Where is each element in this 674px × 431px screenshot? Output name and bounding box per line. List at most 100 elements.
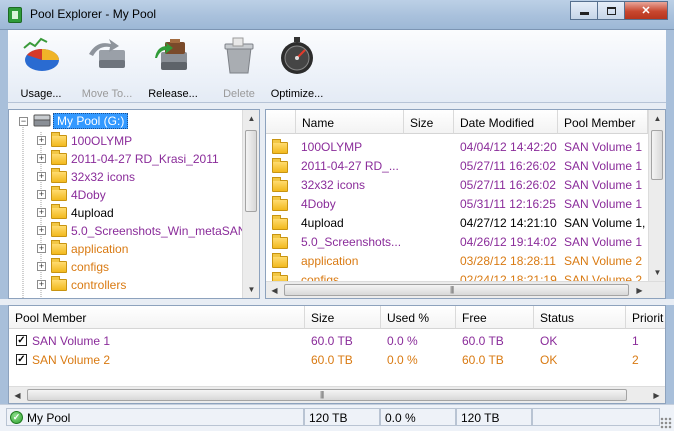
optimize-label: Optimize... <box>270 88 324 100</box>
trash-icon <box>224 37 254 74</box>
status-size: 120 TB <box>304 408 380 426</box>
expand-icon[interactable]: + <box>37 208 46 217</box>
folder-icon <box>51 276 67 291</box>
member-checkbox[interactable]: ✓ <box>16 354 27 365</box>
list-item[interactable]: application 03/28/12 18:28:11 SAN Volume… <box>266 251 646 270</box>
expand-icon[interactable]: + <box>37 172 46 181</box>
optimize-button[interactable]: Optimize... <box>264 34 330 100</box>
column-header-status[interactable]: Status <box>534 306 626 329</box>
scroll-right-icon[interactable]: ▶ <box>648 387 665 403</box>
expand-icon[interactable]: + <box>37 280 46 289</box>
file-pool-member: SAN Volume 1 <box>564 235 643 249</box>
list-item[interactable]: 4upload 04/27/12 14:21:10 SAN Volume 1, … <box>266 213 646 232</box>
file-list[interactable]: Name Size Date Modified Pool Member 100O… <box>265 109 666 299</box>
folder-icon <box>51 222 67 237</box>
folder-icon <box>51 240 67 255</box>
list-item[interactable]: configs 02/24/12 18:21:19 SAN Volume 2 <box>266 270 646 281</box>
scroll-left-icon[interactable]: ◀ <box>9 387 26 403</box>
scroll-left-icon[interactable]: ◀ <box>266 282 283 298</box>
table-row[interactable]: ✓ SAN Volume 1 60.0 TB 0.0 % 60.0 TB OK … <box>9 331 665 350</box>
folder-icon <box>272 253 288 268</box>
window-frame-right <box>666 30 674 404</box>
expand-icon[interactable]: + <box>37 190 46 199</box>
scroll-up-icon[interactable]: ▲ <box>243 110 259 127</box>
member-name: SAN Volume 1 <box>32 334 111 348</box>
resize-grip[interactable] <box>660 417 672 429</box>
status-pool: ✓ My Pool <box>6 408 304 426</box>
file-name: 5.0_Screenshots... <box>301 235 401 249</box>
column-header-used[interactable]: Used % <box>381 306 456 329</box>
collapse-icon[interactable]: − <box>19 117 28 126</box>
list-item[interactable]: 4Doby 05/31/11 12:16:25 SAN Volume 1 <box>266 194 646 213</box>
scroll-thumb[interactable] <box>651 130 663 180</box>
list-item[interactable]: 32x32 icons 05/27/11 16:26:02 SAN Volume… <box>266 175 646 194</box>
file-name: 32x32 icons <box>301 178 366 192</box>
status-used: 0.0 % <box>380 408 456 426</box>
maximize-icon <box>606 6 616 15</box>
column-header-pool-member[interactable]: Pool Member <box>9 306 305 329</box>
move-to-button[interactable]: Move To... <box>74 34 140 100</box>
member-free: 60.0 TB <box>462 334 504 348</box>
release-button[interactable]: Release... <box>140 34 206 100</box>
usage-button[interactable]: Usage... <box>8 34 74 100</box>
scroll-thumb[interactable] <box>245 130 257 212</box>
file-date: 03/28/12 18:28:11 <box>460 254 556 268</box>
expand-icon[interactable]: + <box>37 136 46 145</box>
list-horizontal-scrollbar[interactable]: ◀ ||| ▶ <box>266 281 665 298</box>
minimize-button[interactable] <box>570 1 598 20</box>
scroll-down-icon[interactable]: ▼ <box>649 264 665 281</box>
pool-member-table[interactable]: Pool Member Size Used % Free Status Prio… <box>8 305 666 404</box>
member-size: 60.0 TB <box>311 353 353 367</box>
file-pool-member: SAN Volume 2 <box>564 273 643 281</box>
list-item[interactable]: 5.0_Screenshots... 04/26/12 19:14:02 SAN… <box>266 232 646 251</box>
delete-button[interactable]: Delete <box>206 34 272 100</box>
column-header-priority[interactable]: Priorit <box>626 306 665 329</box>
file-pool-member: SAN Volume 1 <box>564 197 643 211</box>
expand-icon[interactable]: + <box>37 262 46 271</box>
column-header-date[interactable]: Date Modified <box>454 110 558 134</box>
list-vertical-scrollbar[interactable]: ▲ ▼ <box>648 110 665 281</box>
file-name: application <box>301 254 359 268</box>
list-item[interactable]: 2011-04-27 RD_... 05/27/11 16:26:02 SAN … <box>266 156 646 175</box>
title-bar[interactable]: Pool Explorer - My Pool ✕ <box>0 0 674 30</box>
file-pool-member: SAN Volume 1 <box>564 140 643 154</box>
usage-label: Usage... <box>20 88 62 100</box>
expand-icon[interactable]: + <box>37 154 46 163</box>
member-horizontal-scrollbar[interactable]: ◀ ||| ▶ <box>9 386 665 403</box>
scroll-down-icon[interactable]: ▼ <box>243 281 259 298</box>
folder-icon <box>51 204 67 219</box>
expand-icon[interactable]: + <box>37 226 46 235</box>
scroll-thumb[interactable]: ||| <box>27 389 627 401</box>
release-label: Release... <box>148 88 198 100</box>
tree-node-label: controllers <box>71 278 127 292</box>
column-header-size[interactable]: Size <box>404 110 454 134</box>
table-row[interactable]: ✓ SAN Volume 2 60.0 TB 0.0 % 60.0 TB OK … <box>9 350 665 369</box>
file-date: 05/31/11 12:16:25 <box>460 197 556 211</box>
tree-vertical-scrollbar[interactable]: ▲ ▼ <box>242 110 259 298</box>
list-item[interactable]: 100OLYMP 04/04/12 14:42:20 SAN Volume 1 <box>266 137 646 156</box>
tree-node-label: 32x32 icons <box>71 170 136 184</box>
scroll-thumb[interactable]: ||| <box>284 284 629 296</box>
close-button[interactable]: ✕ <box>624 1 668 20</box>
column-header-size[interactable]: Size <box>305 306 381 329</box>
column-header-name[interactable]: Name <box>296 110 404 134</box>
app-icon <box>8 7 22 23</box>
delete-label: Delete <box>223 88 255 100</box>
file-name: 100OLYMP <box>301 140 363 154</box>
column-header-free[interactable]: Free <box>456 306 534 329</box>
member-priority: 1 <box>632 334 639 348</box>
scroll-up-icon[interactable]: ▲ <box>649 110 665 127</box>
expand-icon[interactable]: + <box>37 244 46 253</box>
member-checkbox[interactable]: ✓ <box>16 335 27 346</box>
member-free: 60.0 TB <box>462 353 504 367</box>
file-date: 04/26/12 19:14:02 <box>460 235 557 249</box>
column-header-pool-member[interactable]: Pool Member <box>558 110 648 134</box>
tree-node-label: application <box>71 242 129 256</box>
file-date: 05/27/11 16:26:02 <box>460 178 556 192</box>
file-name: configs <box>301 273 340 281</box>
scroll-right-icon[interactable]: ▶ <box>631 282 648 298</box>
folder-tree[interactable]: − My Pool (G:) + 100OLYMP + 2011-04-27 R… <box>8 109 260 299</box>
maximize-button[interactable] <box>597 1 625 20</box>
member-used: 0.0 % <box>387 334 418 348</box>
ok-status-icon: ✓ <box>10 411 23 424</box>
